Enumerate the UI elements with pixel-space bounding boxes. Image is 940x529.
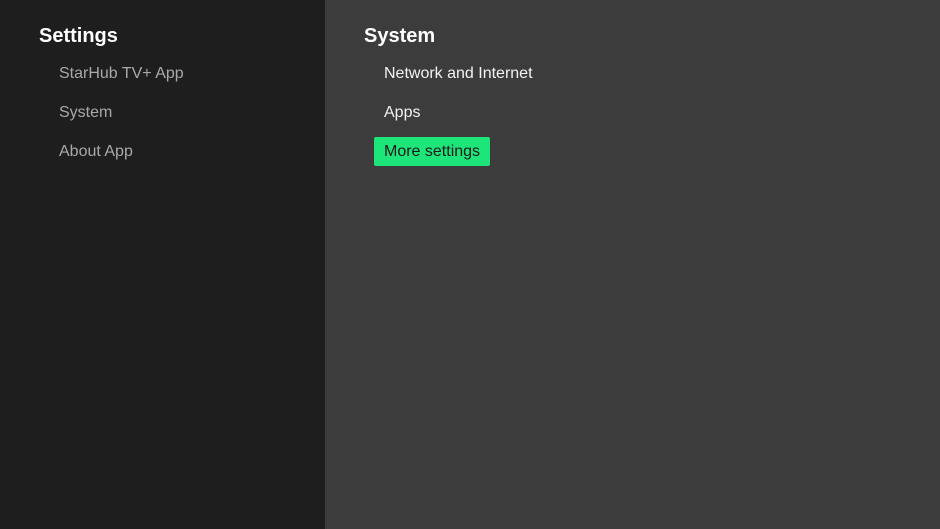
settings-sidebar: Settings StarHub TV+ App System About Ap…	[0, 0, 325, 529]
sidebar-item-starhub-tv-app[interactable]: StarHub TV+ App	[59, 59, 325, 88]
menu-item-more-settings[interactable]: More settings	[374, 137, 491, 166]
system-panel: System Network and Internet Apps More se…	[325, 0, 940, 529]
panel-title: System	[364, 25, 436, 47]
settings-screen: Settings StarHub TV+ App System About Ap…	[0, 0, 940, 529]
sidebar-item-system[interactable]: System	[59, 98, 325, 127]
menu-item-apps[interactable]: Apps	[374, 98, 430, 127]
system-menu: Network and Internet Apps More settings	[364, 59, 940, 176]
sidebar-item-about-app[interactable]: About App	[59, 137, 325, 166]
sidebar-menu: StarHub TV+ App System About App	[39, 59, 325, 166]
menu-item-network-and-internet[interactable]: Network and Internet	[374, 59, 543, 88]
sidebar-title: Settings	[39, 25, 118, 47]
